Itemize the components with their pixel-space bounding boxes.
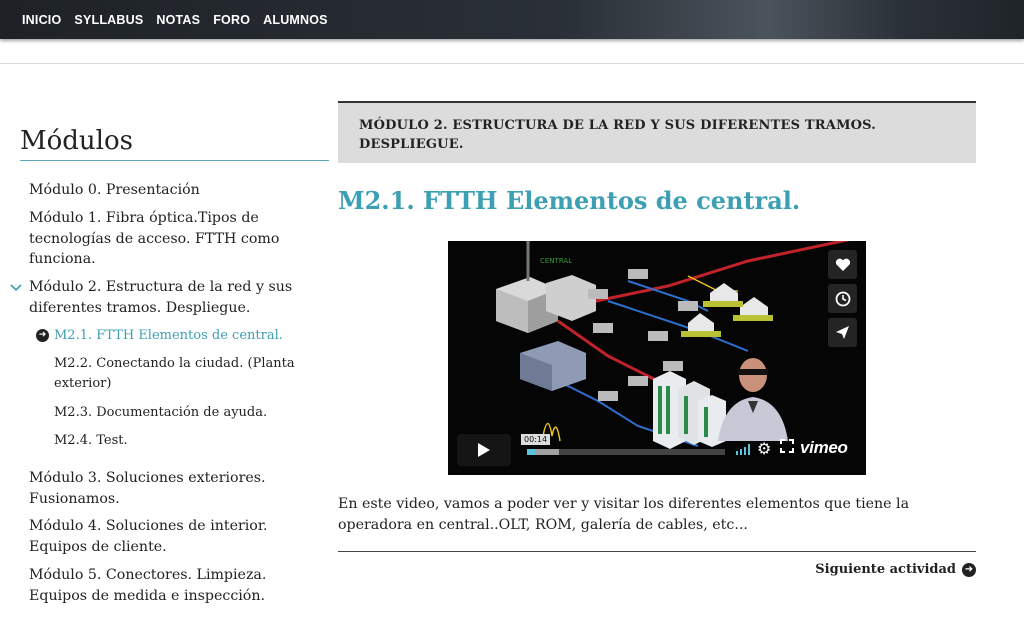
- modules-sidebar: Módulos: [20, 122, 329, 161]
- share-button[interactable]: [828, 318, 857, 347]
- video-controls: 00:14 ⚙ vimeo: [457, 434, 863, 466]
- module-header: MÓDULO 2. ESTRUCTURA DE LA RED Y SUS DIF…: [338, 101, 976, 163]
- nav-notas[interactable]: NOTAS: [156, 13, 200, 27]
- module-item-2[interactable]: Módulo 2. Estructura de la red y sus dif…: [10, 277, 311, 318]
- submodule-item-3[interactable]: M2.4. Test.: [54, 431, 316, 451]
- submodule-item-2[interactable]: M2.3. Documentación de ayuda.: [54, 403, 316, 423]
- submodule-label: M2.2. Conectando la ciudad. (Planta exte…: [54, 356, 295, 391]
- top-navigation: INICIO SYLLABUS NOTAS FORO ALUMNOS: [0, 0, 1024, 39]
- main-menu: INICIO SYLLABUS NOTAS FORO ALUMNOS: [22, 0, 328, 39]
- next-activity-label: Siguiente actividad: [815, 562, 956, 577]
- chevron-down-icon[interactable]: [10, 279, 22, 300]
- module-header-title: MÓDULO 2. ESTRUCTURA DE LA RED Y SUS DIF…: [359, 118, 877, 152]
- module-item-5[interactable]: Módulo 5. Conectores. Limpieza. Equipos …: [29, 565, 311, 606]
- watch-later-button[interactable]: [828, 284, 857, 313]
- module-label: Módulo 0. Presentación: [29, 182, 200, 198]
- submodule-item-0[interactable]: ➜ M2.1. FTTH Elementos de central.: [36, 326, 316, 346]
- divider: [338, 551, 976, 552]
- submodule-label: M2.3. Documentación de ayuda.: [54, 405, 268, 420]
- module-label: Módulo 5. Conectores. Limpieza. Equipos …: [29, 567, 267, 604]
- video-player[interactable]: CENTRAL 00:14 ⚙ vimeo: [448, 241, 866, 475]
- play-icon: [478, 443, 490, 457]
- like-button[interactable]: [828, 250, 857, 279]
- module-item-4[interactable]: Módulo 4. Soluciones de interior. Equipo…: [29, 516, 311, 557]
- submodule-label: M2.4. Test.: [54, 433, 128, 448]
- play-button[interactable]: [457, 434, 511, 466]
- module-item-3[interactable]: Módulo 3. Soluciones exteriores. Fusiona…: [29, 468, 311, 509]
- submodule-label: M2.1. FTTH Elementos de central.: [54, 328, 283, 343]
- next-activity-link[interactable]: Siguiente actividad ➜: [815, 562, 976, 577]
- settings-gear-icon[interactable]: ⚙: [757, 439, 771, 458]
- fullscreen-icon[interactable]: [780, 439, 794, 453]
- module-item-0[interactable]: Módulo 0. Presentación: [29, 180, 311, 201]
- nav-foro[interactable]: FORO: [213, 13, 250, 27]
- module-label: Módulo 2. Estructura de la red y sus dif…: [29, 279, 293, 316]
- video-progress-bar[interactable]: [527, 449, 725, 455]
- sidebar-title: Módulos: [20, 126, 133, 156]
- module-item-1[interactable]: Módulo 1. Fibra óptica.Tipos de tecnolog…: [29, 208, 311, 270]
- arrow-right-circle-icon: ➜: [962, 562, 976, 577]
- time-tooltip: 00:14: [521, 434, 551, 445]
- played-bar: [527, 449, 535, 455]
- module-label: Módulo 4. Soluciones de interior. Equipo…: [29, 518, 268, 555]
- divider: [0, 63, 1024, 64]
- sidebar-title-rule: [20, 160, 329, 161]
- activity-description: En este video, vamos a poder ver y visit…: [338, 496, 910, 533]
- module-label: Módulo 3. Soluciones exteriores. Fusiona…: [29, 470, 266, 507]
- heart-icon: [835, 258, 850, 271]
- nav-syllabus[interactable]: SYLLABUS: [74, 13, 143, 27]
- scene-label: CENTRAL: [540, 257, 572, 265]
- nav-inicio[interactable]: INICIO: [22, 13, 61, 27]
- volume-icon[interactable]: [736, 443, 752, 455]
- nav-alumnos[interactable]: ALUMNOS: [263, 13, 328, 27]
- module-label: Módulo 1. Fibra óptica.Tipos de tecnolog…: [29, 210, 280, 267]
- arrow-circle-icon: ➜: [36, 329, 49, 342]
- clock-icon: [835, 291, 850, 306]
- vimeo-logo[interactable]: vimeo: [800, 438, 848, 458]
- submodule-item-1[interactable]: M2.2. Conectando la ciudad. (Planta exte…: [54, 354, 316, 394]
- activity-title: M2.1. FTTH Elementos de central.: [338, 186, 801, 215]
- send-icon: [836, 326, 849, 339]
